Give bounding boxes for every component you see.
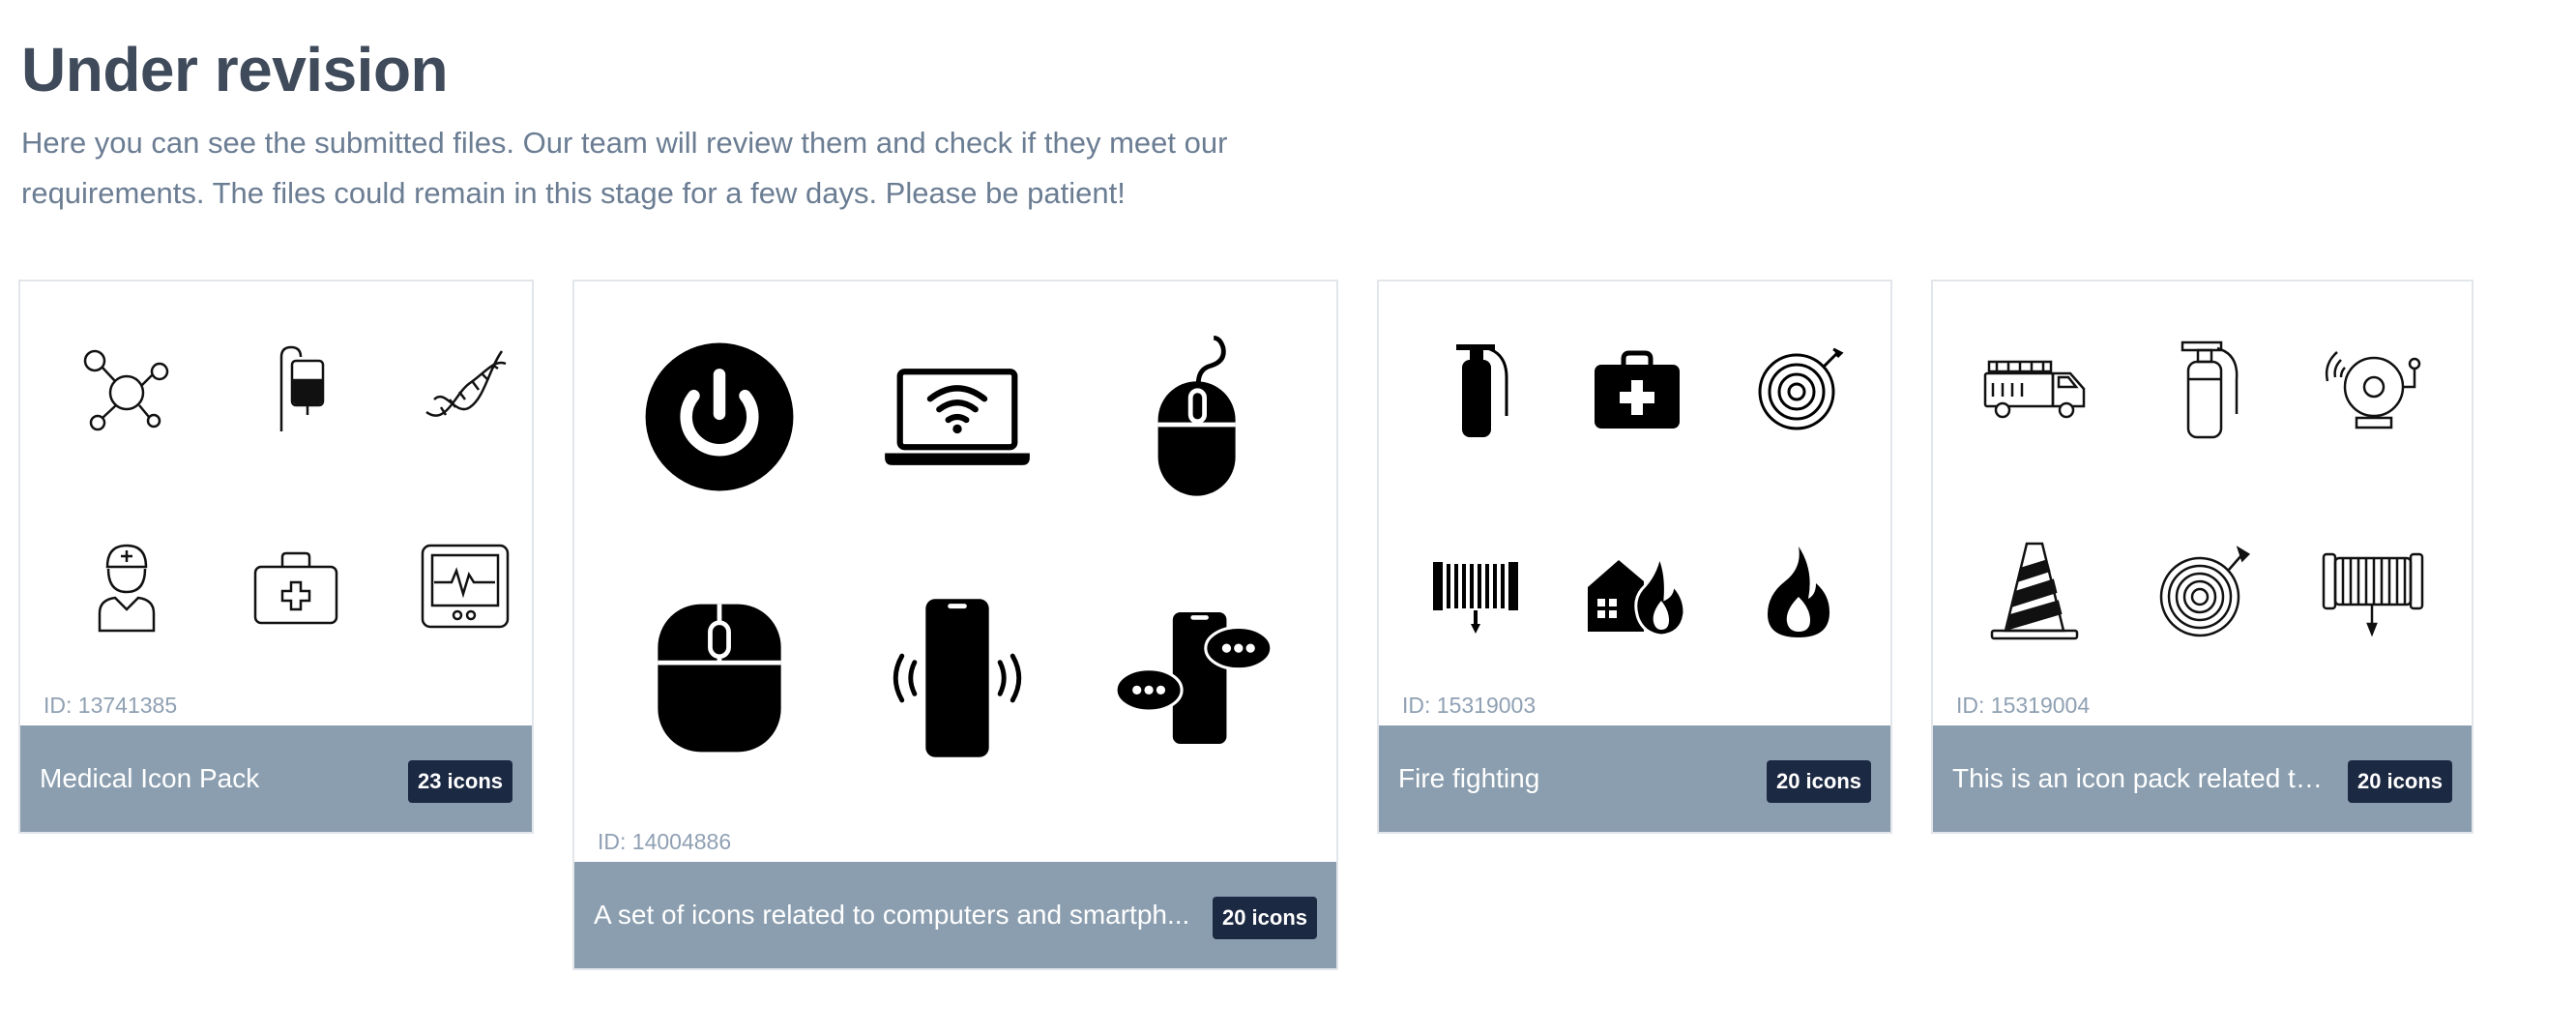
molecule-icon [59,320,194,456]
first-aid-kit-icon [228,518,364,654]
hose-reel-icon [1398,514,1553,668]
hose-reel-icon [2291,514,2455,668]
pack-id: ID: 13741385 [44,693,178,718]
pack-footer: This is an icon pack related to... 20 ic… [1933,725,2472,832]
pack-name[interactable]: A set of icons related to computers and … [594,862,1189,968]
icon-count-badge: 20 icons [2347,760,2452,803]
laptop-wifi-icon [851,320,1064,514]
icon-pack-card[interactable]: ID: 15319003 Fire fighting 20 icons [1377,280,1892,834]
fire-alarm-bell-icon [2291,320,2455,456]
nurse-icon [59,518,194,654]
icon-count-badge: 20 icons [1212,897,1317,939]
pack-footer: Medical Icon Pack 23 icons [20,725,532,832]
icon-count-badge: 20 icons [1766,760,1871,803]
flame-icon [1721,514,1876,668]
fire-truck-icon [1952,320,2117,456]
heart-monitor-icon [397,518,532,654]
icon-count-badge: 23 icons [407,760,512,803]
page-title: Under revision [21,35,449,104]
wired-mouse-icon [1089,320,1302,514]
icon-pack-card[interactable]: ID: 14004886 A set of icons related to c… [572,280,1338,970]
pack-id: ID: 14004886 [598,829,732,854]
smartphone-chat-icon [1089,581,1302,775]
pack-id: ID: 15319003 [1402,693,1537,718]
pack-name[interactable]: This is an icon pack related to... [1952,725,2329,832]
house-fire-icon [1560,514,1714,668]
fire-hose-reel-icon [2122,514,2286,668]
first-aid-kit-icon [1560,320,1714,456]
traffic-cone-icon [1952,514,2117,668]
vibrating-smartphone-icon [851,581,1064,775]
pack-footer: A set of icons related to computers and … [574,862,1336,968]
fire-extinguisher-icon [2122,320,2286,456]
pack-name[interactable]: Fire fighting [1398,725,1539,832]
computer-mouse-icon [613,581,826,775]
pack-name[interactable]: Medical Icon Pack [40,725,259,832]
fire-extinguisher-icon [1398,320,1553,456]
power-button-icon [613,320,826,514]
dna-helix-icon [397,320,532,456]
icon-pack-card[interactable]: ID: 13741385 Medical Icon Pack 23 icons [18,280,534,834]
page-description: Here you can see the submitted files. Ou… [21,126,1228,210]
pack-footer: Fire fighting 20 icons [1379,725,1890,832]
fire-hose-reel-icon [1721,320,1876,456]
icon-pack-card[interactable]: ID: 15319004 This is an icon pack relate… [1931,280,2474,834]
pack-id: ID: 15319004 [1956,693,2091,718]
iv-drip-bag-icon [228,320,364,456]
